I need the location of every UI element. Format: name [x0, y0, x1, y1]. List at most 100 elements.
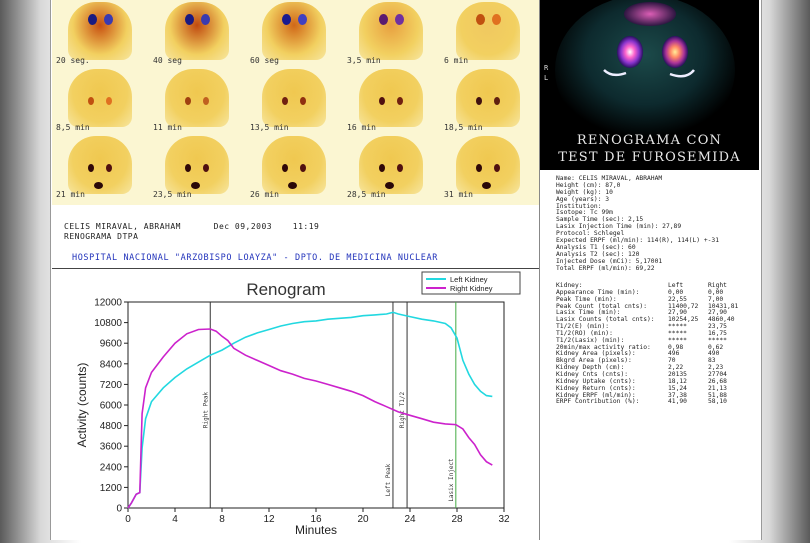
kidney-spot [476, 14, 485, 25]
frame-time-label: 8,5 min [56, 123, 90, 132]
frame-time-label: 21 min [56, 190, 85, 199]
renogram-chart: 0 4 8 12 16 20 24 28 32 0 1200 2400 3600 4800 6000 7200… [52, 270, 539, 538]
frame-time-label: 26 min [250, 190, 279, 199]
study-name: RENOGRAMA DTPA [64, 232, 139, 241]
scinti-frame: 60 seg [246, 0, 342, 66]
kidney-spot [88, 164, 94, 172]
x-tick-label: 32 [498, 514, 510, 525]
kidney-spot [185, 164, 191, 172]
kidney-spot [397, 164, 403, 172]
table-cell: ERPF Contribution (%): [556, 398, 640, 406]
table-row: T1/2(Lasix) (min): ***** ***** [556, 337, 756, 344]
kidney-spot [300, 97, 306, 105]
table-header: Kidney: Left Right [556, 282, 756, 289]
scinti-frame: 6 min [440, 0, 536, 66]
frame-time-label: 6 min [444, 56, 469, 65]
bladder-spot [191, 182, 200, 189]
scinti-frame: 31 min [440, 134, 536, 200]
bladder-spot [385, 182, 394, 189]
demographic-line: Total ERPF (ml/min): 69,22 [556, 264, 655, 272]
scinti-frame: 3,5 min [343, 0, 439, 66]
body-silhouette [359, 69, 423, 127]
kidney-spot [494, 97, 500, 105]
table-row: Kidney Cnts (cnts): 20135 27704 [556, 371, 756, 378]
patient-info: CELIS MIRAVAL, ABRAHAM Dec 09,2003 11:19… [64, 222, 319, 242]
divider [52, 268, 539, 269]
scinti-frame: 8,5 min [52, 67, 148, 133]
table-row: Peak Count (total cnts): 11400,72 10431,81 [556, 303, 756, 310]
kidney-spot [88, 97, 94, 105]
y-tick-label: 1200 [100, 483, 123, 494]
frame-time-label: 16 min [347, 123, 376, 132]
table-row: Bkgrd Area (pixels): 70 83 [556, 357, 756, 364]
table-row: Kidney Uptake (cnts): 18,12 26,68 [556, 378, 756, 385]
kidney-spot [185, 14, 194, 25]
frame-time-label: 13,5 min [250, 123, 289, 132]
kidney-spot [282, 14, 291, 25]
scintigraphy-grid: 20 seg. 40 seg 60 seg 3,5 min 6 min 8,5 min 11… [52, 0, 539, 205]
x-tick-label: 24 [404, 514, 416, 525]
kidney-results-table: Kidney: Left Right Appearance Time (min): 0,… [556, 282, 756, 405]
kidney-image-panel: R L RENOGRAMA CON TEST DE FUROSEMIDA [540, 0, 759, 170]
table-row: Kidney Depth (cm): 2,22 2,23 [556, 364, 756, 371]
body-silhouette [262, 69, 326, 127]
x-tick-label: 4 [172, 514, 178, 525]
kidney-spot [298, 14, 307, 25]
bladder-spot [482, 182, 491, 189]
frame-time-label: 18,5 min [444, 123, 483, 132]
table-row: T1/2(RO) (min): ***** 16,75 [556, 330, 756, 337]
y-tick-label: 3600 [100, 442, 123, 453]
bladder-spot [94, 182, 103, 189]
marker-label: Lasix Inject [448, 458, 455, 502]
table-row: Lasix Time (min): 27,90 27,90 [556, 309, 756, 316]
chart-title: Renogram [246, 280, 325, 299]
y-tick-label: 10800 [94, 318, 122, 329]
x-tick-label: 0 [125, 514, 131, 525]
x-tick-label: 20 [357, 514, 369, 525]
scinti-frame: 18,5 min [440, 67, 536, 133]
table-cell: 58,10 [708, 398, 727, 406]
study-date: Dec 09,2003 [213, 222, 273, 231]
kidney-spot [492, 14, 501, 25]
table-row: ERPF Contribution (%): 41,90 58,10 [556, 398, 756, 405]
x-axis-label: Minutes [295, 523, 337, 537]
body-silhouette [359, 2, 423, 60]
kidney-spot [476, 97, 482, 105]
kidney-spot [104, 14, 113, 25]
table-row: T1/2(E) (min): ***** 23,75 [556, 323, 756, 330]
table-row: 20min/max activity ratio: 0,98 0,62 [556, 344, 756, 351]
panel-title-line1: RENOGRAMA CON [576, 133, 723, 148]
frame-time-label: 28,5 min [347, 190, 386, 199]
frame-time-label: 40 seg [153, 56, 182, 65]
frame-time-label: 23,5 min [153, 190, 192, 199]
kidney-spot [185, 97, 191, 105]
y-axis-label: Activity (counts) [75, 363, 89, 448]
y-tick-label: 12000 [94, 298, 122, 309]
scinti-frame: 13,5 min [246, 67, 342, 133]
legend-label: Left Kidney [450, 275, 488, 284]
frame-time-label: 20 seg. [56, 56, 90, 65]
table-row: Peak Time (min): 22,55 7,00 [556, 296, 756, 303]
table-row: Appearance Time (min): 0,00 0,00 [556, 289, 756, 296]
body-silhouette [456, 69, 520, 127]
scinti-frame: 26 min [246, 134, 342, 200]
study-time: 11:19 [292, 222, 320, 231]
table-row: Kidney Return (cnts): 15,24 21,13 [556, 385, 756, 392]
frame-time-label: 60 seg [250, 56, 279, 65]
kidney-spot [282, 164, 288, 172]
renogram-svg: 0 4 8 12 16 20 24 28 320120024003600480060007200… [75, 271, 521, 537]
table-row: Kidney Area (pixels): 496 490 [556, 350, 756, 357]
kidney-spot [395, 14, 404, 25]
frame-time-label: 11 min [153, 123, 182, 132]
scinti-frame: 20 seg. [52, 0, 148, 66]
kidney-spot [201, 14, 210, 25]
y-tick-label: 7200 [100, 380, 123, 391]
kidney-spot [282, 97, 288, 105]
kidney-spot [494, 164, 500, 172]
frame-time-label: 31 min [444, 190, 473, 199]
y-tick-label: 8400 [100, 359, 123, 370]
body-silhouette [165, 69, 229, 127]
marker-label: Right Peak [202, 392, 209, 429]
table-cell: 41,90 [668, 398, 687, 406]
scinti-frame: 16 min [343, 67, 439, 133]
